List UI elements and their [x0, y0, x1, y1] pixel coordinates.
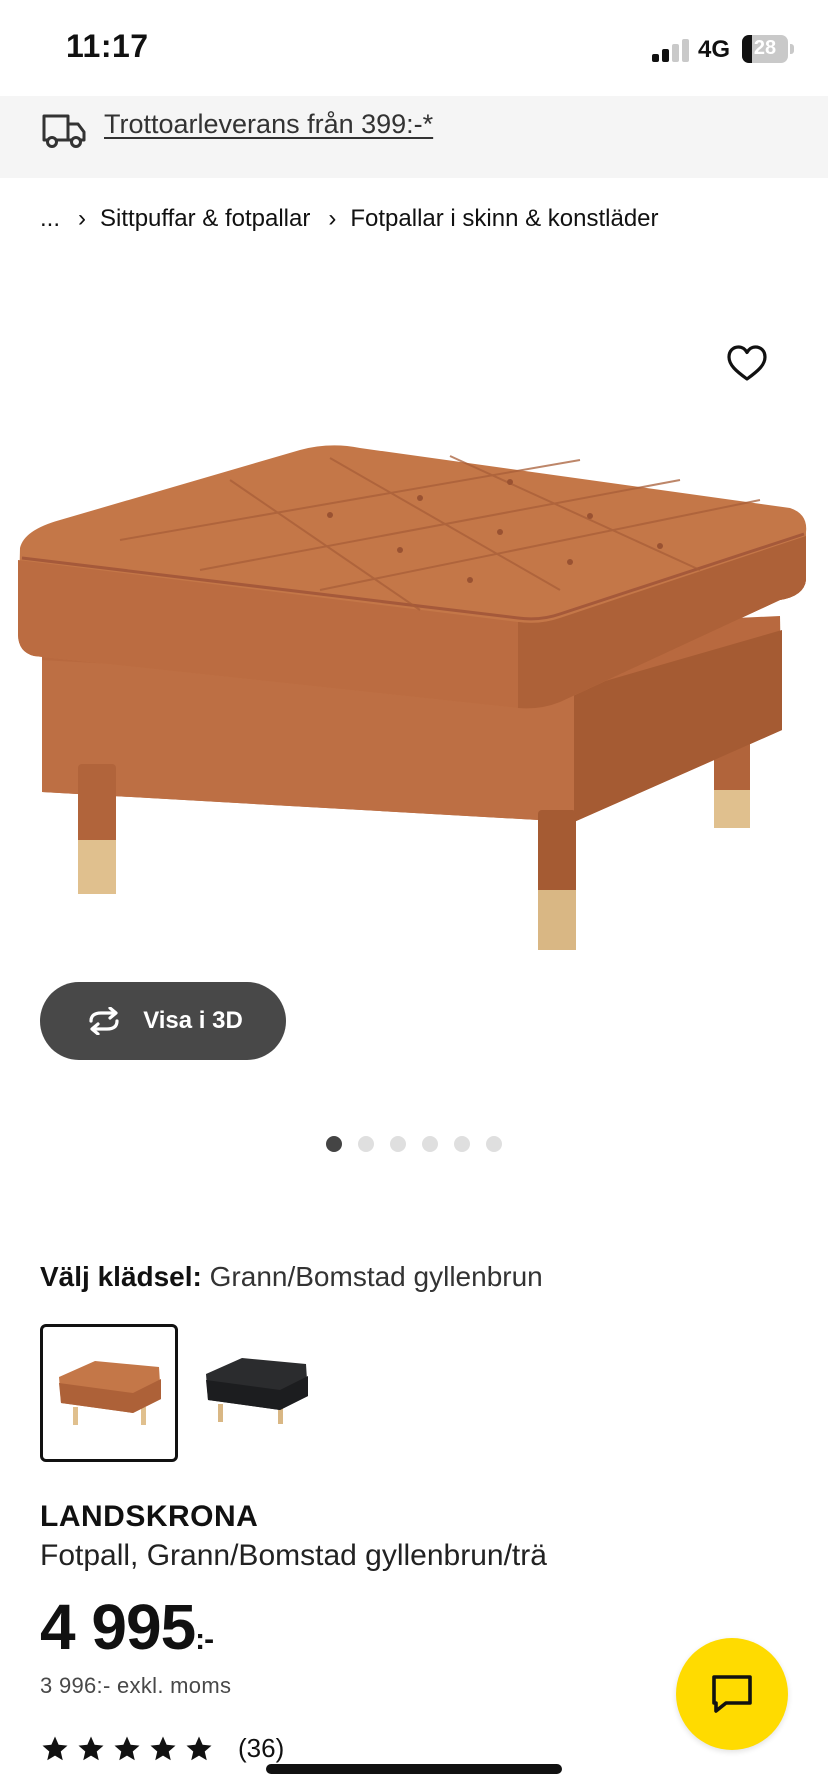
- cover-thumbnail-black: [206, 1358, 308, 1424]
- cover-option-golden-brown[interactable]: [40, 1324, 178, 1462]
- heart-icon[interactable]: [726, 344, 768, 384]
- carousel-dot[interactable]: [422, 1136, 438, 1152]
- breadcrumb-fotpallar-skinn[interactable]: Fotpallar i skinn & konstläder: [350, 205, 658, 233]
- breadcrumb-ellipsis[interactable]: ...: [40, 205, 60, 233]
- home-indicator: [266, 1764, 562, 1774]
- signal-strength-icon: [652, 38, 692, 62]
- breadcrumb: ... › Sittpuffar & fotpallar › Fotpallar…: [40, 205, 659, 233]
- star-icon: [42, 1736, 68, 1760]
- breadcrumb-sittpuffar[interactable]: Sittpuffar & fotpallar: [100, 205, 310, 233]
- battery-percent: 28: [753, 37, 777, 59]
- carousel-dot[interactable]: [486, 1136, 502, 1152]
- price-suffix: :-: [195, 1623, 214, 1656]
- star-icon: [78, 1736, 104, 1760]
- rating[interactable]: (36): [40, 1733, 284, 1764]
- star-icon: [186, 1736, 212, 1760]
- star-icon: [150, 1736, 176, 1760]
- view-3d-button[interactable]: Visa i 3D: [40, 982, 286, 1060]
- product-description: Fotpall, Grann/Bomstad gyllenbrun/trä: [40, 1539, 547, 1572]
- cover-thumbnail-golden-brown: [59, 1361, 161, 1425]
- carousel-dot[interactable]: [390, 1136, 406, 1152]
- breadcrumb-separator: ›: [78, 205, 87, 232]
- review-count: (36): [238, 1733, 285, 1763]
- network-type: 4G: [698, 36, 731, 63]
- carousel-dot[interactable]: [454, 1136, 470, 1152]
- product-image[interactable]: [0, 420, 828, 980]
- delivery-banner-link[interactable]: Trottoarleverans från 399:-*: [104, 109, 433, 140]
- view-3d-label: Visa i 3D: [143, 1007, 243, 1034]
- battery-tip: [790, 44, 794, 54]
- carousel-dot[interactable]: [358, 1136, 374, 1152]
- chat-button[interactable]: [676, 1638, 788, 1750]
- cover-label-heading: Välj klädsel:: [40, 1261, 202, 1292]
- breadcrumb-separator: ›: [328, 205, 337, 232]
- carousel-indicator: [326, 1136, 502, 1152]
- price-amount: 4 995: [40, 1591, 196, 1663]
- cover-selection-label: Välj klädsel: Grann/Bomstad gyllenbrun: [40, 1261, 543, 1293]
- product-name: LANDSKRONA: [40, 1500, 259, 1533]
- cover-selected-value: Grann/Bomstad gyllenbrun: [209, 1261, 543, 1292]
- rotate-3d-icon: [89, 1007, 119, 1035]
- status-time: 11:17: [66, 28, 149, 64]
- truck-icon: [42, 114, 86, 148]
- star-icon: [114, 1736, 140, 1760]
- chat-bubble-icon: [712, 1675, 752, 1713]
- battery-icon: 28: [742, 35, 788, 63]
- cover-option-black[interactable]: [190, 1324, 322, 1456]
- carousel-dot[interactable]: [326, 1136, 342, 1152]
- price-ex-vat: 3 996:- exkl. moms: [40, 1673, 232, 1698]
- price: 4 995:-: [40, 1590, 214, 1664]
